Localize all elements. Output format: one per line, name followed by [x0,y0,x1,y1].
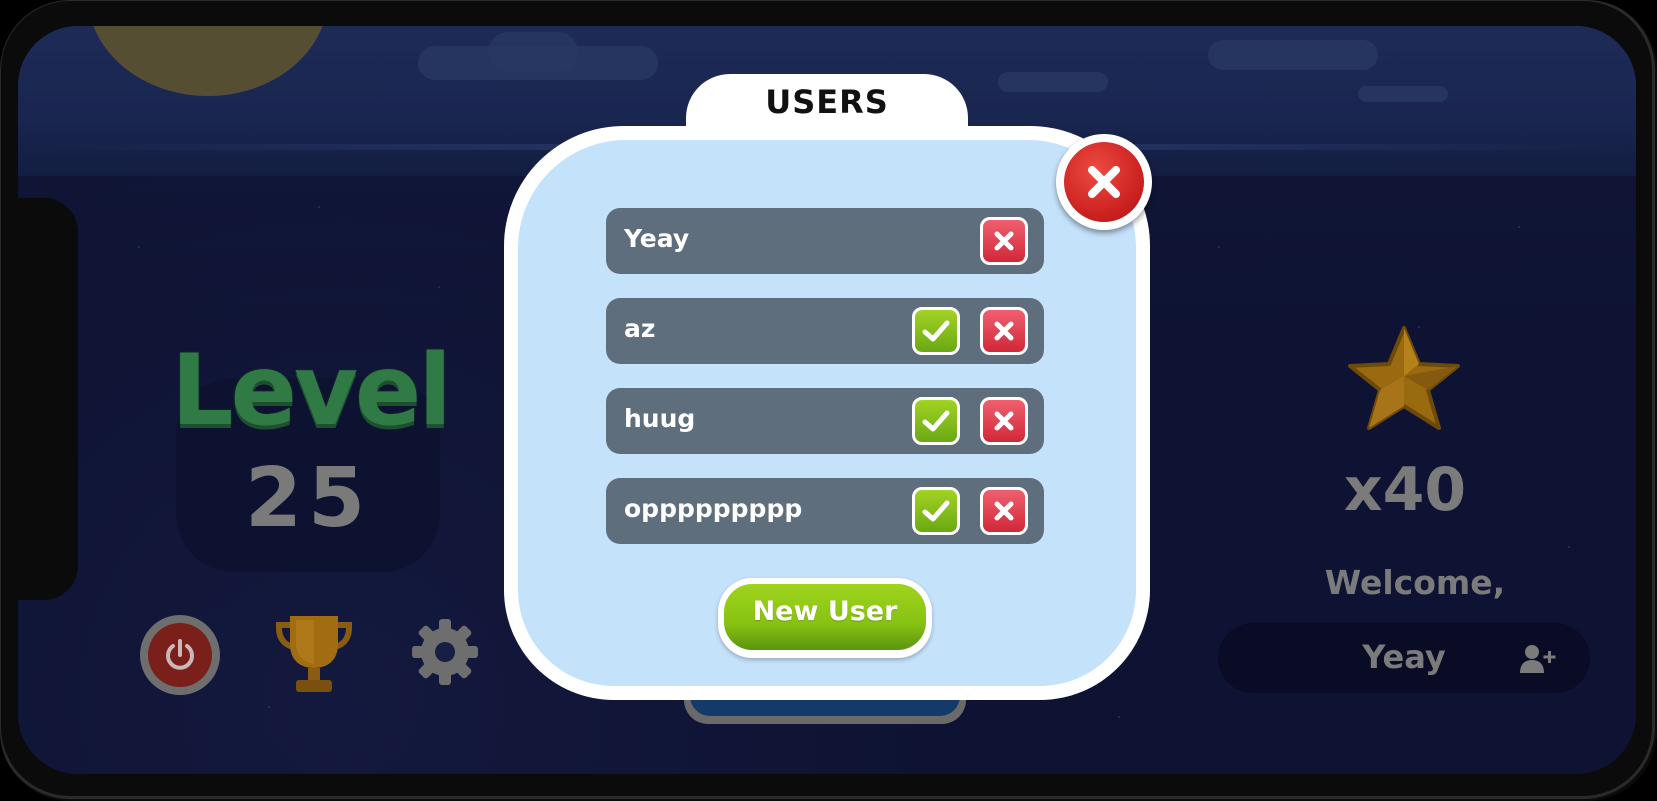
power-icon [166,639,194,670]
select-user-button[interactable] [912,397,960,445]
user-row-name: oppppppppp [624,494,803,523]
delete-user-button[interactable] [980,217,1028,265]
check-icon [922,410,950,432]
delete-user-button[interactable] [980,397,1028,445]
select-user-button[interactable] [912,487,960,535]
new-user-button[interactable]: New User [718,578,932,658]
modal-close-button[interactable] [1056,134,1152,230]
user-row-name: huug [624,404,696,433]
modal-title: USERS [765,83,889,121]
x-icon [994,231,1014,251]
add-user-icon[interactable] [1518,643,1558,675]
user-row[interactable]: oppppppppp [606,478,1044,544]
star-icon [1348,326,1460,430]
user-row[interactable]: Yeay [606,208,1044,274]
select-user-button[interactable] [912,307,960,355]
delete-user-button[interactable] [980,307,1028,355]
star-count: x40 [1343,455,1467,525]
x-icon [994,411,1014,431]
x-icon [994,501,1014,521]
welcome-text: Welcome, [1324,563,1506,602]
settings-gear-icon[interactable] [410,617,480,687]
x-icon [994,321,1014,341]
user-row[interactable]: huug [606,388,1044,454]
power-button[interactable] [140,615,220,695]
user-row-name: Yeay [624,224,690,253]
trophy-icon[interactable] [270,614,358,696]
check-icon [922,320,950,342]
new-user-button-label: New User [752,596,898,627]
current-user-pill[interactable]: Yeay [1218,623,1590,693]
check-icon [922,500,950,522]
close-icon [1088,166,1120,198]
user-row[interactable]: az [606,298,1044,364]
user-row-name: az [624,314,656,343]
level-label: Level [171,334,452,448]
delete-user-button[interactable] [980,487,1028,535]
device-notch [0,198,78,600]
level-number: 25 [244,451,372,546]
